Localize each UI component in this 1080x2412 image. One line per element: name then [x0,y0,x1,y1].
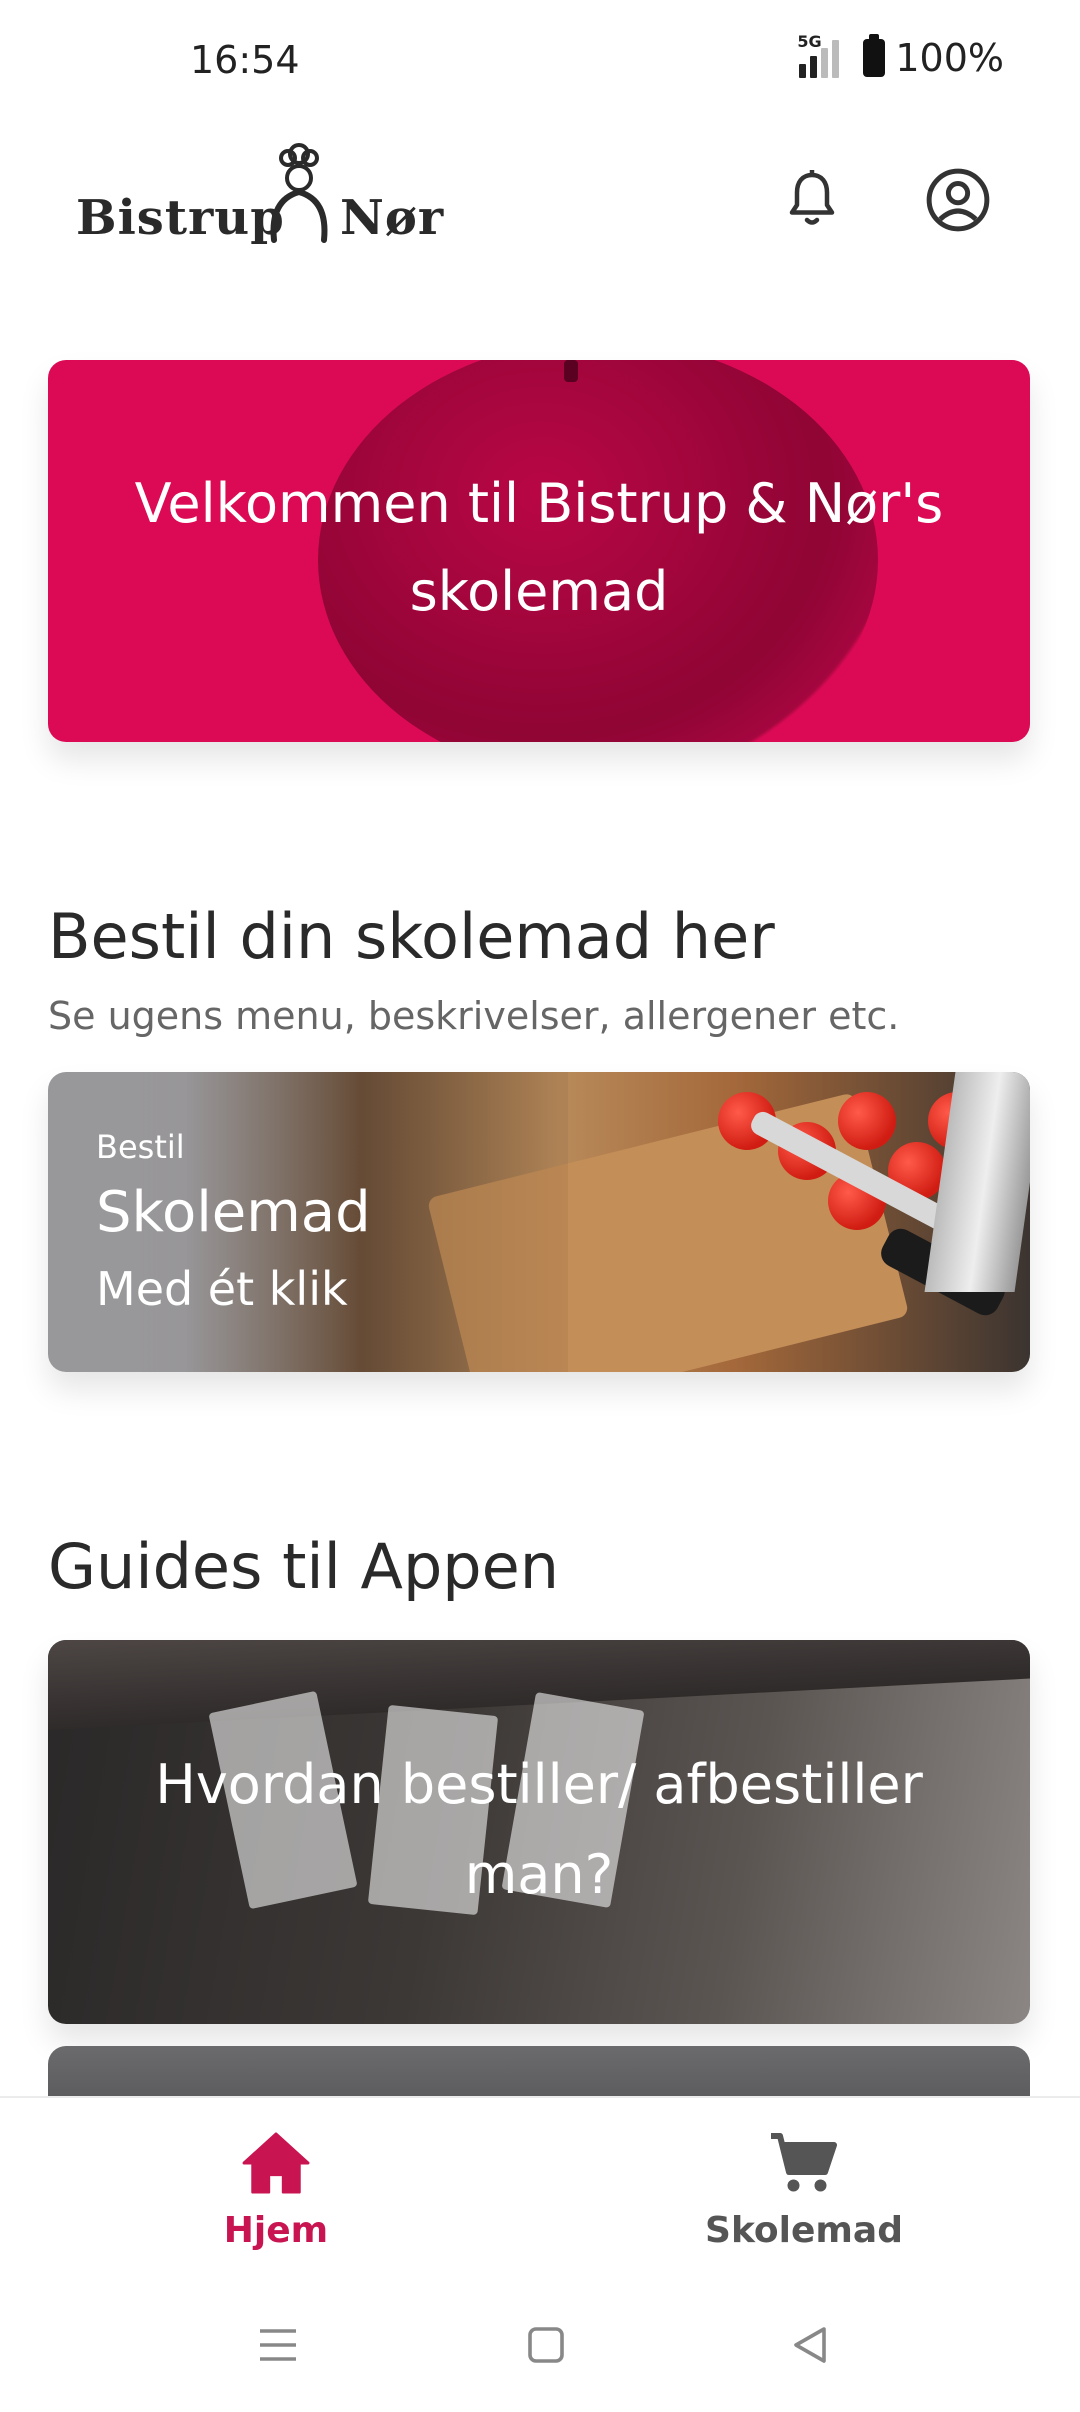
nav-item-home[interactable]: Hjem [126,2128,426,2251]
chef-icon [270,143,328,243]
account-circle-icon [926,168,990,232]
notifications-button[interactable] [772,160,852,240]
guide-card-title: Hvordan bestiller/ afbestiller man? [155,1753,923,1906]
bottom-navigation: Hjem Skolemad [0,2096,1080,2276]
back-button[interactable] [780,2320,840,2370]
cart-icon [771,2133,837,2192]
order-skolemad-card[interactable]: Bestil Skolemad Med ét klik [48,1072,1030,1372]
nav-item-skolemad[interactable]: Skolemad [654,2128,954,2251]
logo-text-left: Bistrup [76,190,285,246]
order-section-subtitle: Se ugens menu, beskrivelser, allergener … [48,994,900,1038]
status-indicators: 5G 100% [797,32,1004,80]
network-type: 5G [797,32,822,51]
order-section-title: Bestil din skolemad her [48,900,775,973]
battery-percent: 100% [895,36,1004,80]
order-card-kicker: Bestil [96,1128,185,1166]
home-system-button[interactable] [516,2320,576,2370]
nav-label-home: Hjem [223,2210,329,2251]
system-navigation-bar [0,2276,1080,2412]
apple-stem [564,360,578,382]
back-triangle-icon [794,2327,826,2363]
signal-icon: 5G [797,32,840,78]
welcome-banner: Velkommen til Bistrup & Nør's skolemad [48,360,1030,742]
menu-lines-icon [260,2329,296,2361]
order-card-subtitle: Med ét klik [96,1262,348,1316]
account-button[interactable] [918,160,998,240]
app-logo[interactable]: Bistrup Nør [76,140,443,270]
home-icon [242,2132,310,2194]
status-time: 16:54 [190,38,300,82]
status-bar: 16:54 5G 100% [0,0,1080,120]
recent-apps-button[interactable] [248,2320,308,2370]
logo-text-right: Nør [340,190,445,246]
bell-icon [789,170,835,225]
welcome-title: Velkommen til Bistrup & Nør's skolemad [134,472,944,623]
guide-order-card[interactable]: Hvordan bestiller/ afbestiller man? [48,1640,1030,2024]
order-card-title: Skolemad [96,1180,371,1245]
guides-section-title: Guides til Appen [48,1530,560,1603]
nav-label-skolemad: Skolemad [705,2210,903,2251]
square-icon [528,2327,564,2363]
app-header: Bistrup Nør [0,130,1080,270]
battery-icon [863,34,886,77]
